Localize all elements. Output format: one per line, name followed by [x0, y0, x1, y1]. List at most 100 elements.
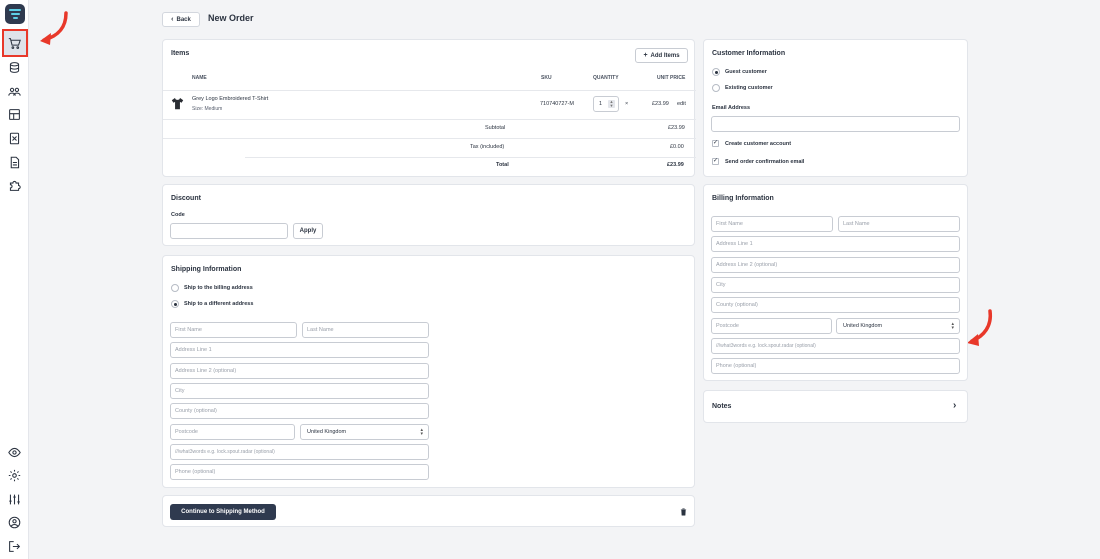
footer-card: Continue to Shipping Method: [162, 495, 695, 527]
column-header-name: NAME: [192, 75, 207, 81]
shipping-country-select[interactable]: United Kingdom ▴ ▾: [300, 424, 429, 440]
user-icon[interactable]: [8, 516, 21, 529]
shipping-city-input[interactable]: City: [170, 383, 429, 399]
items-card: Items + Add Items NAME SKU QUANTITY UNIT…: [162, 39, 696, 177]
shipping-first-name-input[interactable]: First Name: [170, 322, 297, 338]
guest-customer-radio[interactable]: [712, 68, 720, 76]
shipping-card: Shipping Information Ship to the billing…: [162, 255, 695, 488]
sidebar: [0, 0, 29, 559]
continue-button[interactable]: Continue to Shipping Method: [170, 504, 276, 520]
database-icon[interactable]: [8, 61, 21, 74]
send-confirmation-label: Send order confirmation email: [725, 159, 805, 165]
column-header-sku: SKU: [541, 75, 552, 81]
back-button[interactable]: ‹ Back: [162, 12, 200, 27]
divider: [163, 138, 696, 139]
billing-country-select[interactable]: United Kingdom ▴ ▾: [836, 318, 960, 334]
tax-value: £0.00: [670, 144, 684, 150]
customer-title: Customer Information: [712, 50, 786, 57]
billing-what3words-input[interactable]: ///what3words e.g. lock.spout.radar (opt…: [711, 338, 960, 354]
billing-postcode-input[interactable]: Postcode: [711, 318, 832, 334]
product-price: £23.99: [652, 101, 669, 107]
chevron-left-icon: ‹: [171, 16, 174, 23]
discount-code-input[interactable]: [170, 223, 288, 239]
ship-to-billing-radio[interactable]: [171, 284, 179, 292]
calculator-icon[interactable]: [8, 132, 21, 145]
annotation-arrow-icon: [40, 11, 68, 45]
plus-icon: +: [643, 52, 648, 59]
shipping-last-name-input[interactable]: Last Name: [302, 322, 429, 338]
tshirt-image: [171, 97, 184, 110]
email-field[interactable]: [711, 116, 960, 132]
ship-to-different-label: Ship to a different address: [184, 301, 254, 307]
eye-icon[interactable]: [8, 446, 21, 459]
stepper-arrows-icon[interactable]: ▲ ▼: [608, 100, 615, 108]
gear-icon[interactable]: [8, 469, 21, 482]
billing-last-name-input[interactable]: Last Name: [838, 216, 960, 232]
select-arrows-icon: ▴ ▾: [420, 427, 423, 437]
billing-first-name-input[interactable]: First Name: [711, 216, 833, 232]
divider: [163, 90, 696, 91]
product-variant: Size: Medium: [192, 106, 223, 112]
cart-icon[interactable]: [8, 37, 21, 50]
billing-country-value: United Kingdom: [843, 323, 883, 329]
add-items-button[interactable]: + Add Items: [635, 48, 688, 63]
select-arrows-icon: ▴ ▾: [951, 321, 954, 331]
logout-icon[interactable]: [8, 540, 21, 553]
discount-title: Discount: [171, 195, 201, 202]
billing-title: Billing Information: [712, 195, 774, 202]
layout-icon[interactable]: [8, 108, 21, 121]
logo-icon[interactable]: [5, 4, 25, 24]
email-label: Email Address: [712, 105, 751, 111]
edit-item-link[interactable]: edit: [677, 101, 686, 107]
sliders-icon[interactable]: [8, 493, 21, 506]
quantity-value: 1: [599, 101, 603, 107]
annotation-arrow-icon: [967, 309, 993, 346]
remove-item-button[interactable]: ×: [625, 101, 628, 107]
billing-city-input[interactable]: City: [711, 277, 960, 293]
divider: [163, 119, 696, 120]
total-value: £23.99: [667, 162, 684, 168]
billing-card: Billing Information First Name Last Name…: [703, 184, 968, 381]
shipping-phone-input[interactable]: Phone (optional): [170, 464, 429, 480]
tax-label: Tax (included): [470, 144, 505, 150]
items-title: Items: [171, 50, 190, 57]
notes-card[interactable]: Notes ›: [703, 390, 968, 423]
billing-county-input[interactable]: County (optional): [711, 297, 960, 313]
quantity-stepper[interactable]: 1 ▲ ▼: [593, 96, 619, 112]
discount-card: Discount Code Apply: [162, 184, 695, 246]
back-button-label: Back: [176, 16, 191, 23]
customer-card: Customer Information Guest customer Exis…: [703, 39, 968, 177]
billing-phone-input[interactable]: Phone (optional): [711, 358, 960, 374]
shipping-address1-input[interactable]: Address Line 1: [170, 342, 429, 358]
column-header-quantity: QUANTITY: [593, 75, 619, 81]
create-account-label: Create customer account: [725, 141, 792, 147]
apply-button[interactable]: Apply: [293, 223, 323, 239]
ship-to-billing-label: Ship to the billing address: [184, 285, 253, 291]
billing-address2-input[interactable]: Address Line 2 (optional): [711, 257, 960, 273]
ship-to-different-radio[interactable]: [171, 300, 179, 308]
guest-customer-label: Guest customer: [725, 69, 767, 75]
existing-customer-label: Existing customer: [725, 85, 773, 91]
existing-customer-radio[interactable]: [712, 84, 720, 92]
total-label: Total: [496, 162, 509, 168]
subtotal-value: £23.99: [668, 125, 685, 131]
product-sku: 710740727-M: [540, 101, 574, 107]
trash-icon[interactable]: [680, 508, 687, 516]
puzzle-icon[interactable]: [8, 179, 21, 192]
shipping-county-input[interactable]: County (optional): [170, 403, 429, 419]
shipping-address2-input[interactable]: Address Line 2 (optional): [170, 363, 429, 379]
chevron-right-icon: ›: [953, 400, 957, 411]
document-icon[interactable]: [8, 156, 21, 169]
create-account-checkbox[interactable]: ✓: [712, 140, 719, 147]
subtotal-label: Subtotal: [485, 125, 506, 131]
column-header-unit-price: UNIT PRICE: [657, 75, 686, 81]
product-name: Grey Logo Embroidered T-Shirt: [192, 96, 269, 102]
code-label: Code: [171, 212, 185, 218]
shipping-title: Shipping Information: [171, 266, 242, 273]
shipping-what3words-input[interactable]: ///what3words e.g. lock.spout.radar (opt…: [170, 444, 429, 460]
divider: [245, 157, 696, 158]
shipping-postcode-input[interactable]: Postcode: [170, 424, 295, 440]
users-icon[interactable]: [8, 85, 21, 98]
billing-address1-input[interactable]: Address Line 1: [711, 236, 960, 252]
send-confirmation-checkbox[interactable]: ✓: [712, 158, 719, 165]
